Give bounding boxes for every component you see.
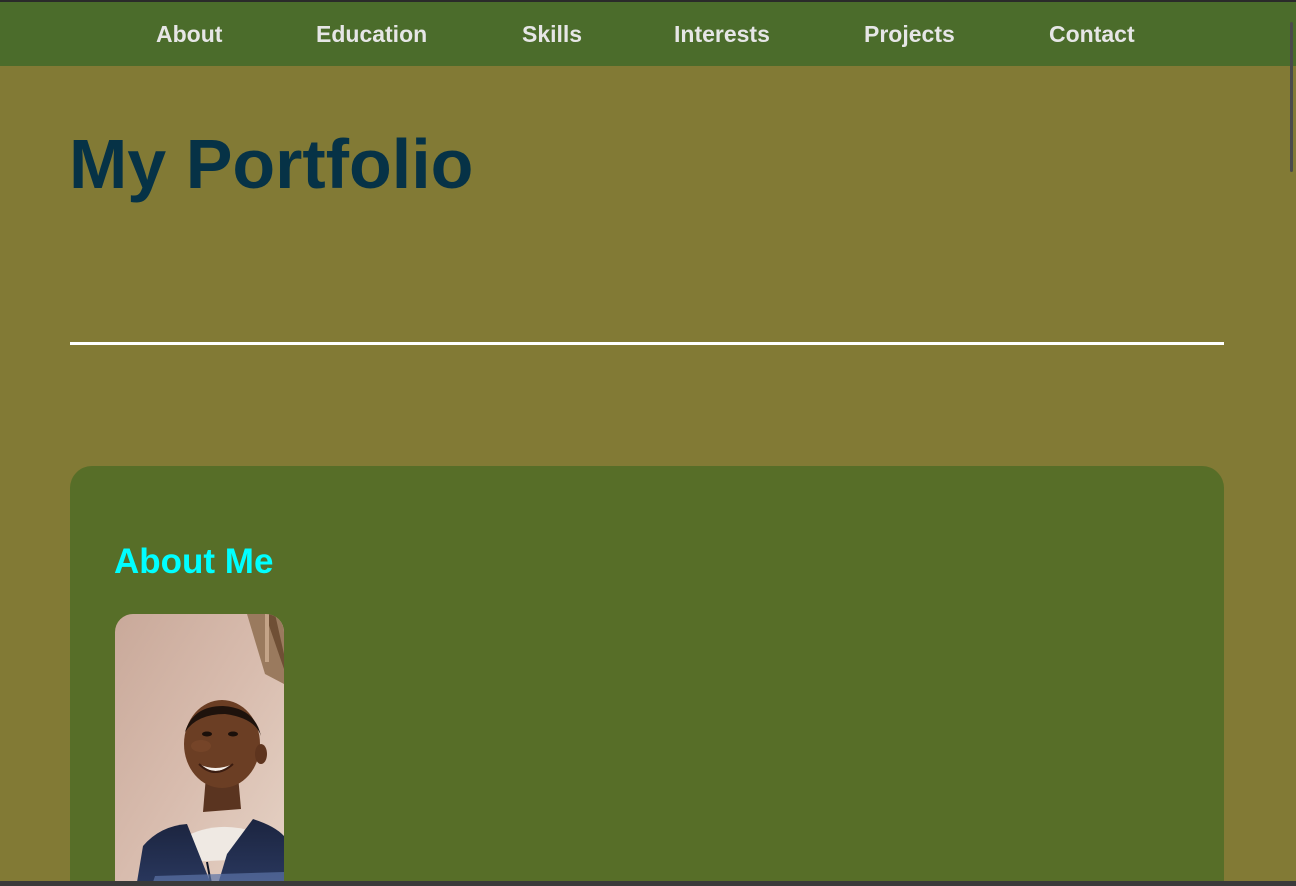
scrollbar[interactable] bbox=[1284, 2, 1296, 882]
nav-link-interests[interactable]: Interests bbox=[674, 20, 770, 48]
page-title: My Portfolio bbox=[69, 125, 474, 203]
nav-link-projects[interactable]: Projects bbox=[864, 20, 955, 48]
top-navigation-bar: About Education Skills Interests Project… bbox=[0, 2, 1296, 66]
nav-link-education[interactable]: Education bbox=[316, 20, 427, 48]
nav-link-contact[interactable]: Contact bbox=[1049, 20, 1135, 48]
nav-link-skills[interactable]: Skills bbox=[522, 20, 582, 48]
about-heading: About Me bbox=[114, 542, 274, 581]
window-bottom-edge bbox=[0, 881, 1296, 886]
scrollbar-thumb[interactable] bbox=[1290, 22, 1293, 172]
profile-photo bbox=[115, 614, 284, 886]
about-section-card: About Me bbox=[70, 466, 1224, 886]
nav-link-about[interactable]: About bbox=[156, 20, 222, 48]
header-divider bbox=[70, 342, 1224, 345]
browser-viewport: About Education Skills Interests Project… bbox=[0, 0, 1296, 886]
